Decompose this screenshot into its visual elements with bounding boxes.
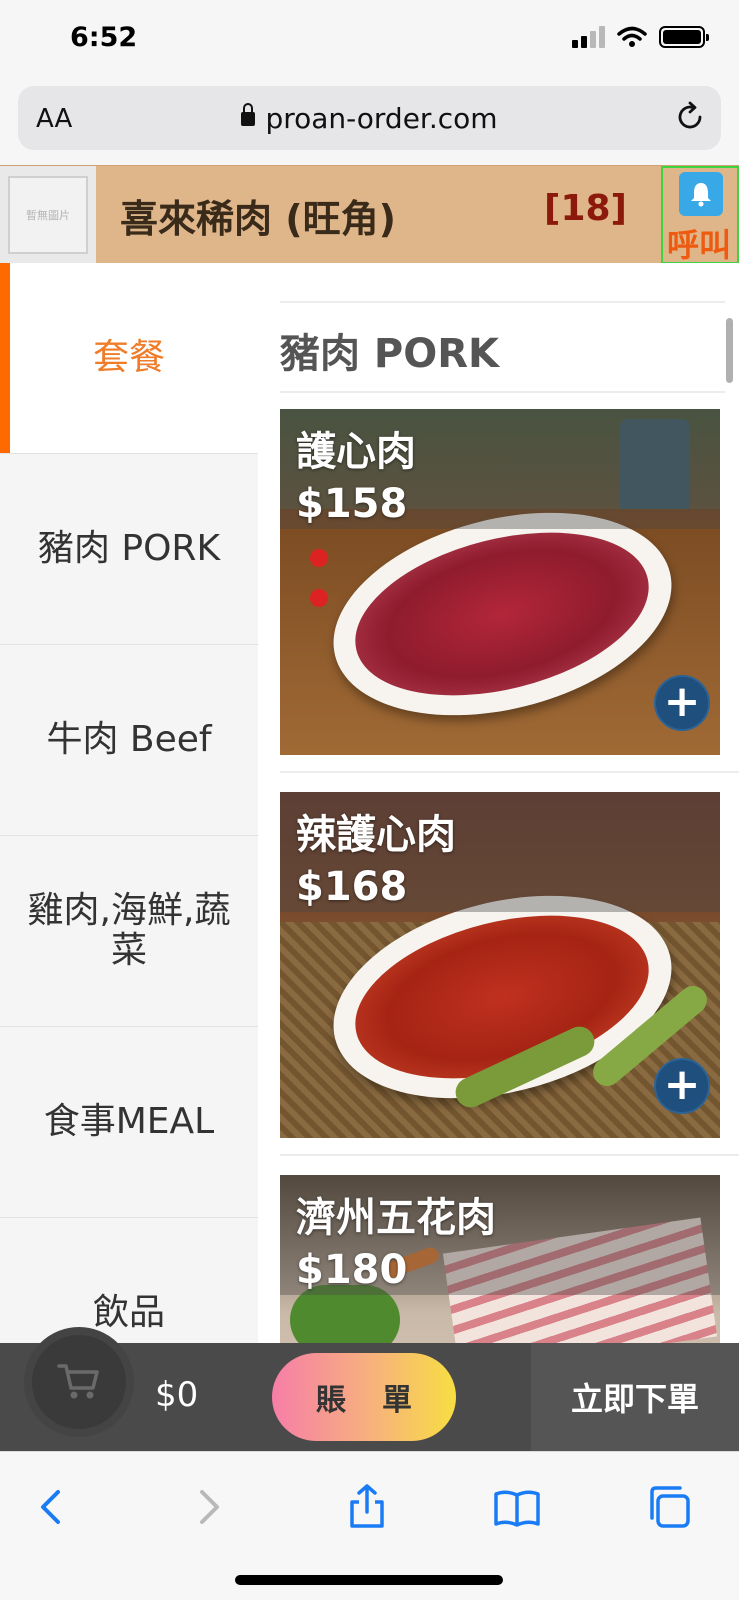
divider <box>280 1154 739 1156</box>
forward-icon[interactable] <box>182 1482 232 1532</box>
tabs-icon[interactable] <box>644 1482 694 1532</box>
product-name: 辣護心肉 <box>296 812 456 858</box>
bookmarks-icon[interactable] <box>492 1482 542 1532</box>
submit-order-button[interactable]: 立即下單 <box>531 1343 739 1451</box>
address-bar[interactable]: AA proan-order.com <box>18 86 721 150</box>
status-icons <box>572 26 709 48</box>
browser-url-area: AA proan-order.com <box>0 80 739 165</box>
bell-icon <box>679 172 723 216</box>
product-name: 濟州五花肉 <box>296 1195 496 1241</box>
product-price: $158 <box>296 481 408 527</box>
product-card[interactable]: 辣護心肉 $168 + <box>280 792 720 1138</box>
product-price: $180 <box>296 1247 408 1293</box>
home-indicator <box>235 1575 503 1585</box>
bill-button[interactable]: 賬 單 <box>272 1353 456 1441</box>
shop-header: 暫無圖片 喜來稀肉 (旺角) [18] 呼叫 <box>0 165 739 264</box>
category-item-meal[interactable]: 食事MEAL <box>0 1027 258 1218</box>
product-card[interactable]: 護心肉 $158 + <box>280 409 720 755</box>
category-item-set-meal[interactable]: 套餐 <box>0 263 258 454</box>
share-icon[interactable] <box>342 1482 392 1532</box>
battery-icon <box>659 26 709 48</box>
category-item-drinks[interactable]: 飲品 <box>0 1218 258 1343</box>
status-time: 6:52 <box>70 22 138 53</box>
category-item-beef[interactable]: 牛肉 Beef <box>0 645 258 836</box>
reload-icon[interactable] <box>673 100 707 134</box>
url-display[interactable]: proan-order.com <box>18 102 721 135</box>
table-number: [18] <box>543 188 627 229</box>
cart-icon <box>57 1364 99 1399</box>
call-waiter-button[interactable]: 呼叫 <box>661 166 739 264</box>
section-title: 豬肉 PORK <box>280 301 725 393</box>
signal-icon <box>572 26 605 48</box>
divider <box>280 771 739 773</box>
logo-placeholder-text: 暫無圖片 <box>8 176 88 254</box>
category-item-chicken-seafood-veg[interactable]: 雞肉,海鮮,蔬菜 <box>0 836 258 1027</box>
order-bar: $0 賬 單 立即下單 <box>0 1327 739 1451</box>
browser-toolbar <box>0 1451 739 1600</box>
wifi-icon <box>617 26 647 47</box>
back-icon[interactable] <box>28 1482 78 1532</box>
add-to-cart-button[interactable]: + <box>654 1058 710 1114</box>
shop-logo: 暫無圖片 <box>0 166 96 264</box>
category-item-pork[interactable]: 豬肉 PORK <box>0 454 258 645</box>
add-to-cart-button[interactable]: + <box>654 675 710 731</box>
category-sidebar: 套餐 豬肉 PORK 牛肉 Beef 雞肉,海鮮,蔬菜 食事MEAL 飲品 <box>0 263 258 1343</box>
cart-button[interactable] <box>24 1327 134 1437</box>
menu-content: 豬肉 PORK 護心肉 $158 + 辣護心肉 $168 + 濟州五花肉 $18… <box>258 263 739 1343</box>
call-label: 呼叫 <box>667 226 732 264</box>
product-card[interactable]: 濟州五花肉 $180 <box>280 1175 720 1343</box>
status-bar: 6:52 <box>0 0 739 80</box>
cart-total: $0 <box>155 1375 199 1415</box>
scrollbar-thumb[interactable] <box>726 318 733 383</box>
lock-icon <box>241 103 256 126</box>
product-price: $168 <box>296 864 408 910</box>
product-name: 護心肉 <box>296 429 416 475</box>
shop-name: 喜來稀肉 (旺角) <box>120 197 396 241</box>
url-text: proan-order.com <box>265 102 498 135</box>
